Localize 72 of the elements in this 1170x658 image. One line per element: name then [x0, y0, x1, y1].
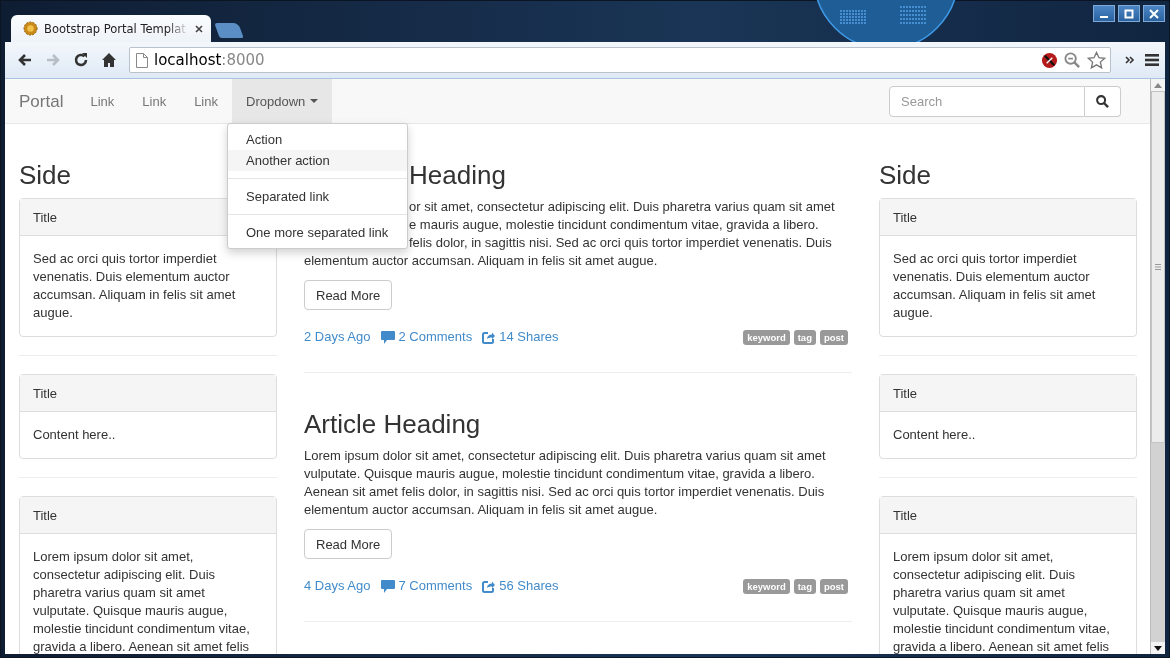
panel-text: Content here..: [32, 426, 117, 444]
read-more-button[interactable]: Read More: [304, 529, 393, 559]
tag-label[interactable]: tag: [793, 578, 816, 594]
panel-text: Sed ac orci quis tortor imperdiet venenatis. Duis elementum auctor accumsan. Aliquam in felis sit amet augue.: [32, 250, 237, 322]
comment-icon: [380, 330, 395, 344]
panel-title: Title: [880, 497, 1136, 534]
extensions-chevron-icon[interactable]: [1125, 55, 1135, 65]
browser-tab[interactable]: Bootstrap Portal Templat: [11, 15, 211, 42]
article-heading: Heading: [409, 159, 506, 192]
star-icon[interactable]: [1087, 50, 1106, 70]
close-icon: [1149, 8, 1159, 19]
article-text: Lorem ipsum dolor sit amet, consectetur adipiscing elit. Duis pharetra varius quam sit amet vulputate. Quisque mauris augue, molestie tincidunt condimentum vitae, gravida a libero. Aenean sit amet felis dolor, in sagittis nisi. Sed ac orci quis tortor imperdiet venenatis. Duis elementum auctor accumsan. Aliquam in felis sit amet augue.: [304, 447, 827, 519]
read-more-button[interactable]: Read More: [304, 280, 393, 310]
search-field[interactable]: Search: [889, 85, 1085, 117]
shares-link[interactable]: 56 Shares: [499, 577, 559, 595]
panel-text: Lorem ipsum dolor sit amet, consectetur adipiscing elit. Duis pharetra varius quam sit amet vulputate. Quisque mauris augue, molestie tincidunt condimentum vitae, gravida a libero. Aenean sit amet felis: [32, 548, 251, 654]
blocked-icon[interactable]: [1041, 51, 1058, 69]
shares-link[interactable]: 14 Shares: [499, 328, 559, 346]
tab-title: Bootstrap Portal Templat: [44, 21, 187, 36]
tag-label[interactable]: keyword: [743, 578, 790, 594]
maximize-icon: [1124, 8, 1134, 19]
brand-link[interactable]: Portal: [5, 79, 77, 123]
comments-link[interactable]: 7 Comments: [398, 577, 473, 595]
panel-title: Title: [880, 375, 1136, 412]
panel-title: Title: [880, 199, 1136, 236]
tag-label[interactable]: post: [819, 578, 848, 594]
panel-text: Content here..: [892, 426, 977, 444]
caret-icon: [310, 99, 319, 103]
minimize-button[interactable]: [1093, 5, 1115, 22]
share-icon: [482, 579, 496, 593]
article-heading: Article Heading: [304, 408, 481, 441]
panel-text: Sed ac orci quis tortor imperdiet venenatis. Duis elementum auctor accumsan. Aliquam in felis sit amet augue.: [892, 250, 1097, 322]
nav-dropdown[interactable]: Dropdown: [232, 79, 333, 123]
maximize-button[interactable]: [1118, 5, 1140, 22]
menu-icon[interactable]: [1145, 53, 1159, 67]
scrollbar[interactable]: [1150, 79, 1165, 654]
tag-label[interactable]: post: [819, 329, 848, 345]
article-text-line: felis dolor, in sagittis nisi. Sed ac orci quis tortor imperdiet venenatis. Duis: [409, 234, 832, 252]
article-text-line: or sit amet, consectetur adipiscing elit. Duis pharetra varius quam sit amet: [409, 198, 835, 216]
minimize-icon: [1100, 15, 1108, 18]
panel-title: Title: [20, 497, 276, 534]
search-button[interactable]: [1085, 85, 1121, 117]
scroll-down-icon[interactable]: [1154, 645, 1162, 651]
nav-link[interactable]: Link: [128, 79, 181, 123]
comment-icon: [380, 579, 395, 593]
sun-icon: [23, 21, 38, 36]
comments-link[interactable]: 2 Comments: [398, 328, 473, 346]
url-text: localhost:8000: [154, 51, 266, 69]
close-icon[interactable]: [195, 24, 203, 33]
search-icon: [1096, 94, 1109, 108]
date-link[interactable]: 4 Days Ago: [304, 577, 371, 595]
zoom-out-icon[interactable]: [1064, 51, 1081, 69]
sidebar-heading: Side: [19, 159, 72, 192]
scroll-up-icon[interactable]: [1154, 82, 1162, 88]
menu-item[interactable]: Another action: [228, 150, 407, 171]
new-tab-button[interactable]: [214, 23, 244, 38]
article-text-line: e mauris augue, molestie tincidunt condimentum vitae, gravida a libero.: [409, 216, 819, 234]
article-text-line: elementum auctor accumsan. Aliquam in felis sit amet augue.: [304, 252, 658, 270]
nav-link[interactable]: Link: [76, 79, 129, 123]
panel-text: Lorem ipsum dolor sit amet, consectetur adipiscing elit. Duis pharetra varius quam sit amet vulputate. Quisque mauris augue, molestie tincidunt condimentum vitae, gravida a libero. Aenean sit amet felis: [892, 548, 1111, 654]
close-button[interactable]: [1143, 5, 1165, 22]
menu-item[interactable]: Action: [228, 129, 407, 150]
tag-label[interactable]: tag: [793, 329, 816, 345]
tag-label[interactable]: keyword: [743, 329, 790, 345]
nav-link[interactable]: Link: [180, 79, 232, 123]
page-icon: [136, 52, 148, 68]
panel-title: Title: [20, 375, 276, 412]
share-icon: [482, 330, 496, 344]
sidebar-heading: Side: [879, 159, 932, 192]
address-bar[interactable]: localhost:8000: [129, 47, 1111, 73]
scroll-thumb[interactable]: [1151, 91, 1165, 443]
date-link[interactable]: 2 Days Ago: [304, 328, 371, 346]
